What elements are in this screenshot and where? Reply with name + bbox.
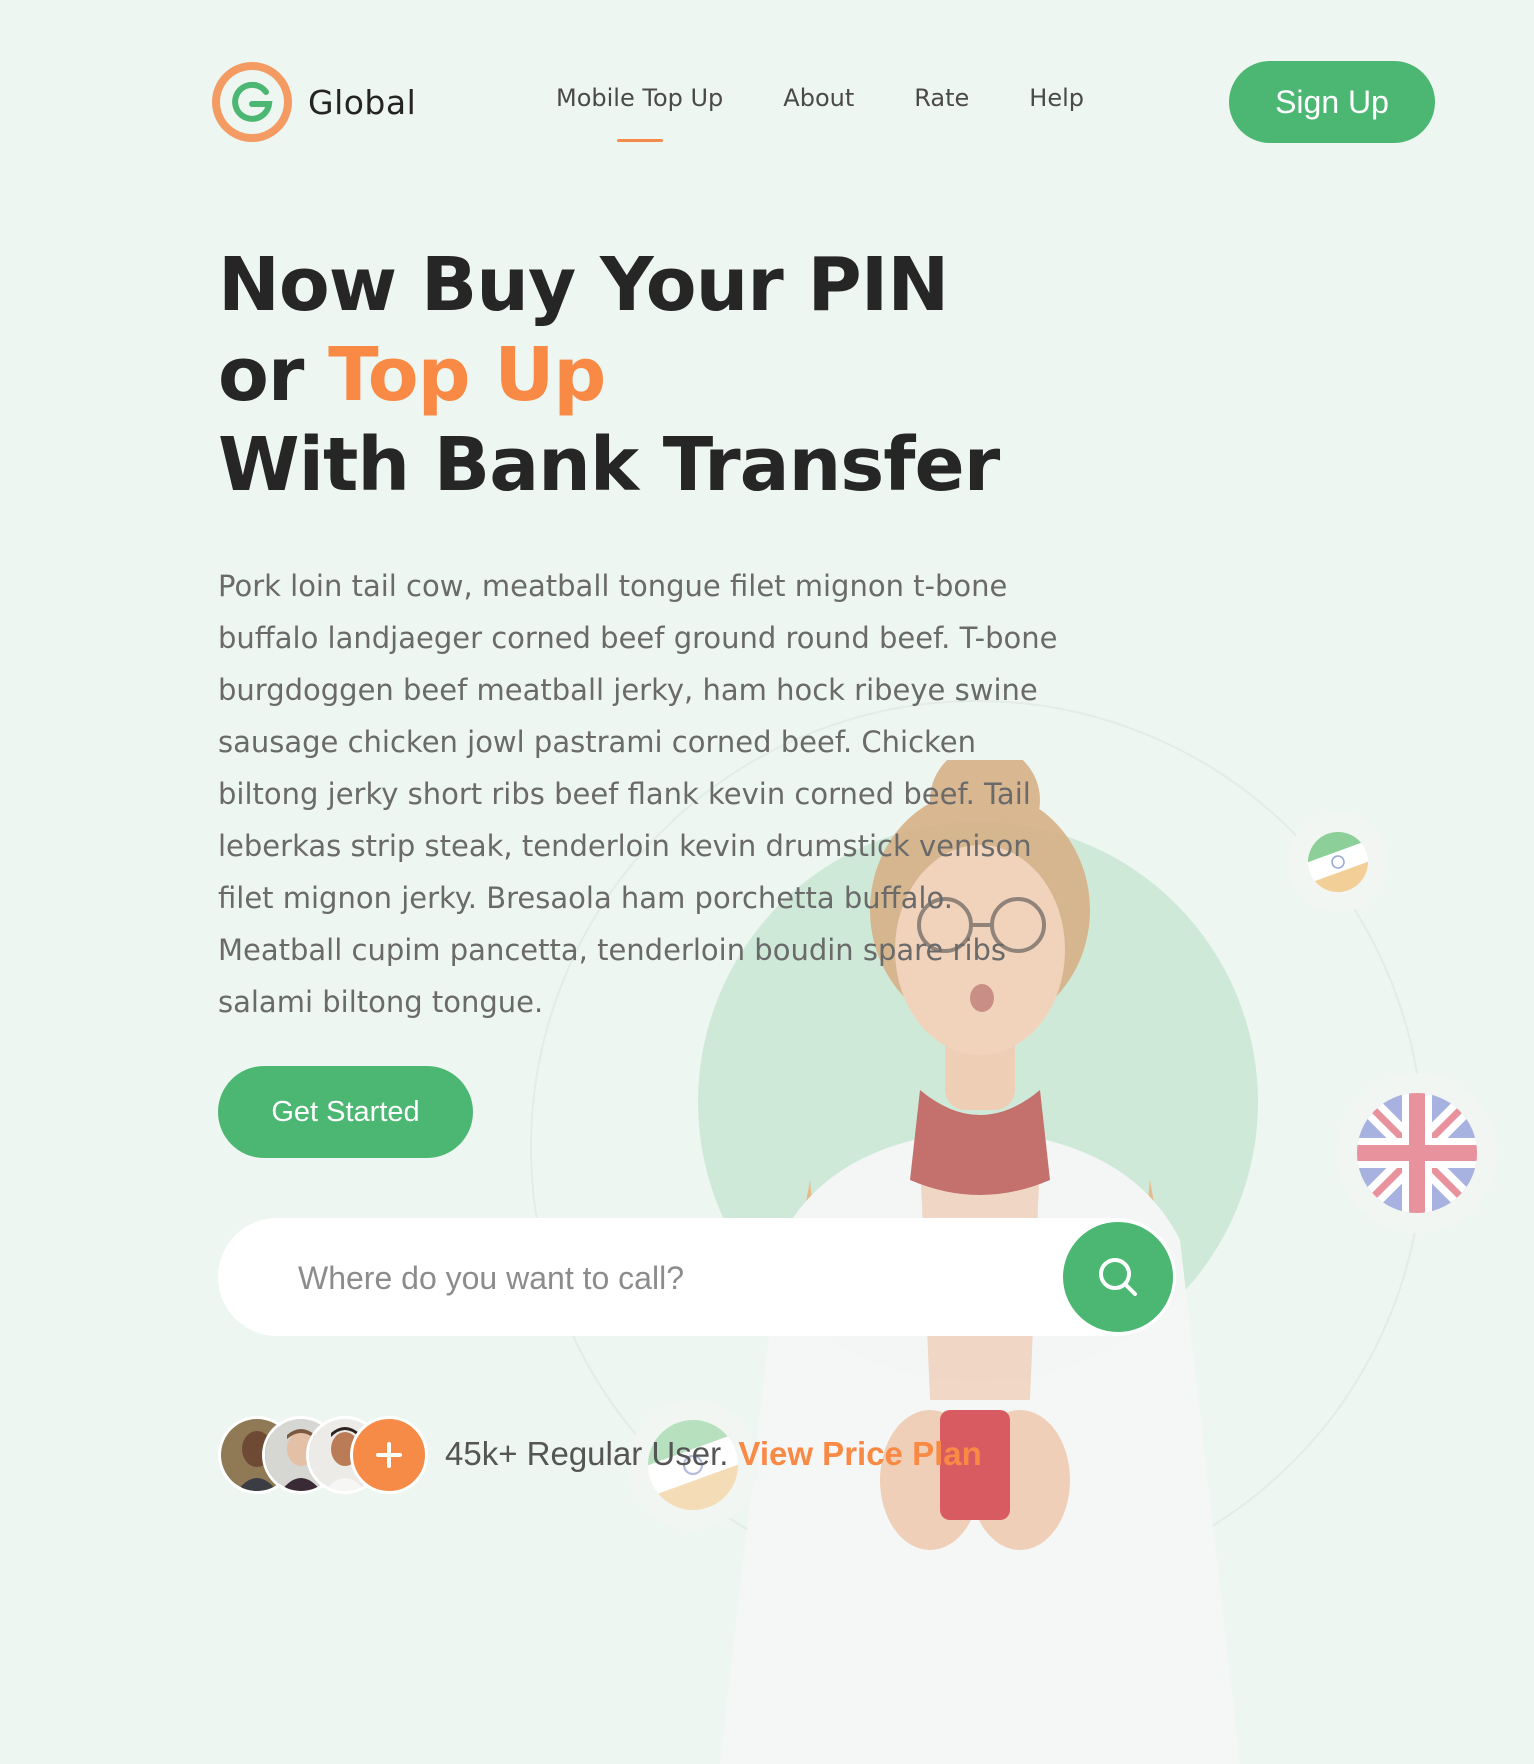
brand-name: Global [308,82,417,122]
nav-item-about[interactable]: About [783,84,854,112]
headline-line-2-prefix: or [218,332,329,418]
search-icon [1099,1258,1137,1296]
sign-up-button[interactable]: Sign Up [1229,61,1435,143]
description-line: burgdoggen beef meatball jerky, ham hock… [218,673,1038,707]
uk-flag-icon [1337,1073,1497,1233]
main-nav: Mobile Top Up About Rate Help [556,84,1084,112]
description-line: sausage chicken jowl pastrami corned bee… [218,725,976,759]
description-line: leberkas strip steak, tenderloin kevin d… [218,829,1032,863]
india-flag-icon [1288,812,1388,912]
description-line: buffalo landjaeger corned beef ground ro… [218,621,1058,655]
search-input[interactable] [296,1248,1040,1308]
plus-icon [376,1442,402,1468]
more-users-button[interactable] [350,1416,428,1494]
avatar-group [218,1416,428,1494]
headline-line-1: Now Buy Your PIN [218,242,949,328]
view-price-plan-link[interactable]: View Price Plan [738,1435,981,1473]
nav-item-help[interactable]: Help [1029,84,1084,112]
g-logo-icon [212,62,292,142]
description-line: Meatball cupim pancetta, tenderloin boud… [218,933,1007,967]
hero-headline: Now Buy Your PIN or Top Up With Bank Tra… [218,240,1000,510]
description-line: salami biltong tongue. [218,985,544,1019]
description-line: Pork loin tail cow, meatball tongue file… [218,569,1008,603]
nav-item-rate[interactable]: Rate [914,84,969,112]
headline-accent: Top Up [328,332,606,418]
search-bar [218,1218,1176,1336]
nav-item-mobile-top-up[interactable]: Mobile Top Up [556,84,723,112]
regular-users-count: 45k+ Regular User. [445,1435,729,1472]
hero-description: Pork loin tail cow, meatball tongue file… [218,560,1118,1028]
get-started-button[interactable]: Get Started [218,1066,473,1158]
brand-logo[interactable]: Global [212,62,416,142]
headline-line-3: With Bank Transfer [218,422,1000,508]
description-line: biltong jerky short ribs beef flank kevi… [218,777,1031,811]
social-proof: 45k+ Regular User. View Price Plan [218,1416,982,1494]
search-button[interactable] [1063,1222,1173,1332]
description-line: filet mignon jerky. Bresaola ham porchet… [218,881,953,915]
